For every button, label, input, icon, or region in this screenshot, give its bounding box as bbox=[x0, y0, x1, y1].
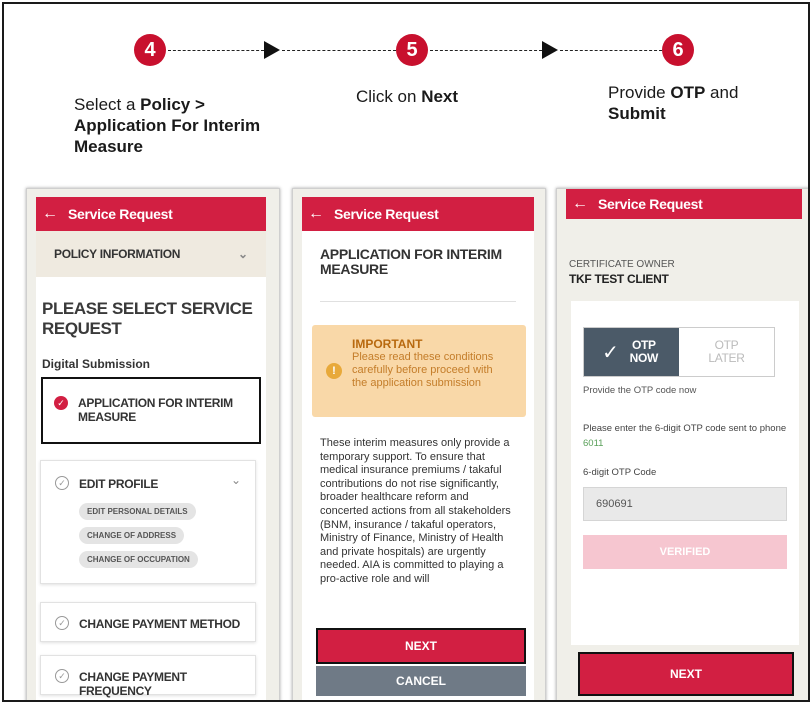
verified-button[interactable]: VERIFIED bbox=[583, 535, 787, 569]
check-icon: ✓ bbox=[602, 341, 619, 364]
screen-select-service: ← Service Request POLICY INFORMATION ⌄ P… bbox=[26, 188, 280, 700]
chip-change-of-occupation[interactable]: CHANGE OF OCCUPATION bbox=[79, 551, 198, 568]
owner-name: TKF TEST CLIENT bbox=[569, 272, 669, 286]
check-circle-icon: ✓ bbox=[55, 669, 69, 683]
policy-info-label: POLICY INFORMATION bbox=[54, 247, 181, 261]
otp-instruction: Please enter the 6-digit OTP code sent t… bbox=[583, 423, 787, 449]
otp-toggle: ✓ OTP NOW OTP LATER bbox=[583, 327, 775, 377]
notice-text: Please read these conditions carefully b… bbox=[352, 351, 494, 389]
otp-code-label: 6-digit OTP Code bbox=[583, 467, 657, 478]
chip-change-of-address[interactable]: CHANGE OF ADDRESS bbox=[79, 527, 185, 544]
notice-title: IMPORTANT bbox=[352, 337, 423, 351]
back-arrow-icon[interactable]: ← bbox=[572, 195, 588, 213]
step-5-badge: 5 bbox=[396, 34, 428, 66]
step-6-badge: 6 bbox=[662, 34, 694, 66]
option-label: EDIT PROFILE bbox=[79, 477, 159, 491]
header-title: Service Request bbox=[598, 196, 703, 212]
chevron-down-icon: ⌄ bbox=[230, 473, 241, 487]
service-option-payment-frequency[interactable]: ✓ CHANGE PAYMENT FREQUENCY bbox=[40, 655, 256, 698]
step-5-caption: Click on Next bbox=[356, 87, 459, 106]
info-icon: ! bbox=[326, 363, 342, 379]
cancel-button[interactable]: CANCEL bbox=[316, 666, 526, 696]
otp-now-label: OTP NOW bbox=[629, 338, 659, 365]
chip-edit-personal-details[interactable]: EDIT PERSONAL DETAILS bbox=[79, 503, 196, 520]
page-title: APPLICATION FOR INTERIM MEASURE bbox=[320, 246, 502, 277]
screen-otp: ← Service Request CERTIFICATE OWNER TKF … bbox=[556, 188, 808, 700]
next-button[interactable]: NEXT bbox=[316, 628, 526, 664]
step-4-caption: Select a Policy > Application For Interi… bbox=[74, 95, 261, 156]
header-title: Service Request bbox=[68, 206, 173, 222]
otp-code-input[interactable]: 690691 bbox=[583, 487, 787, 521]
step-4-badge: 4 bbox=[134, 34, 166, 66]
instruction-graphic: 4 5 6 Select a Policy > Application For … bbox=[2, 2, 810, 702]
option-label: CHANGE PAYMENT FREQUENCY bbox=[79, 670, 187, 698]
policy-information-dropdown[interactable]: POLICY INFORMATION ⌄ bbox=[36, 231, 266, 277]
service-option-payment-method[interactable]: ✓ CHANGE PAYMENT METHOD bbox=[40, 602, 256, 642]
terms-text: These interim measures only provide a te… bbox=[320, 437, 511, 585]
check-circle-icon: ✓ bbox=[55, 616, 69, 630]
otp-now-option[interactable]: ✓ OTP NOW bbox=[584, 328, 679, 376]
dashed-connector bbox=[560, 50, 662, 51]
back-arrow-icon[interactable]: ← bbox=[42, 205, 58, 223]
dashed-connector bbox=[430, 50, 542, 51]
option-label: CHANGE PAYMENT METHOD bbox=[79, 617, 241, 631]
select-service-title: PLEASE SELECT SERVICE REQUEST bbox=[42, 299, 253, 338]
dashed-connector bbox=[282, 50, 396, 51]
chevron-down-icon: ⌄ bbox=[237, 247, 248, 261]
highlight-box bbox=[41, 377, 261, 444]
service-option-edit-profile[interactable]: ✓ EDIT PROFILE ⌄ EDIT PERSONAL DETAILS C… bbox=[40, 460, 256, 584]
dashed-connector bbox=[168, 50, 264, 51]
otp-next-button[interactable]: NEXT bbox=[578, 652, 794, 696]
divider bbox=[320, 301, 516, 302]
app-header: ← Service Request bbox=[36, 197, 266, 231]
step-6-caption: Provide OTP and Submit bbox=[608, 83, 739, 123]
owner-label: CERTIFICATE OWNER bbox=[569, 259, 675, 270]
app-header: ← Service Request bbox=[566, 189, 802, 219]
otp-card: ✓ OTP NOW OTP LATER Provide the OTP code… bbox=[571, 301, 799, 645]
provide-text: Provide the OTP code now bbox=[583, 385, 697, 396]
important-notice: ! IMPORTANT Please read these conditions… bbox=[312, 325, 526, 417]
check-circle-icon: ✓ bbox=[55, 476, 69, 490]
app-header: ← Service Request bbox=[302, 197, 534, 231]
screen-application-interim: ← Service Request APPLICATION FOR INTERI… bbox=[292, 188, 546, 700]
otp-later-label: OTP LATER bbox=[708, 338, 745, 365]
otp-later-option[interactable]: OTP LATER bbox=[679, 328, 774, 376]
arrow-right-icon bbox=[264, 41, 280, 59]
section-label: Digital Submission bbox=[42, 357, 151, 371]
header-title: Service Request bbox=[334, 206, 439, 222]
back-arrow-icon[interactable]: ← bbox=[308, 205, 324, 223]
arrow-right-icon bbox=[542, 41, 558, 59]
